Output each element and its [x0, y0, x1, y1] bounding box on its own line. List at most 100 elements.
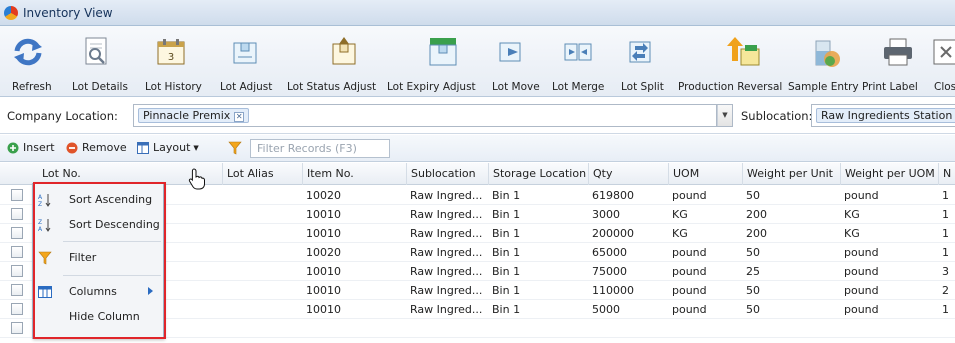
cell-weight-per-unit: 50	[746, 246, 760, 259]
cell-n: 1	[942, 208, 949, 221]
row-checkbox[interactable]	[11, 227, 23, 239]
menu-item-columns[interactable]: Columns	[33, 280, 163, 304]
cell-qty: 3000	[592, 208, 620, 221]
cell-storage-location: Bin 1	[492, 265, 521, 278]
svg-text:A: A	[38, 194, 43, 201]
menu-item-hide-column[interactable]: Hide Column	[33, 305, 163, 329]
cell-storage-location: Bin 1	[492, 227, 521, 240]
row-checkbox[interactable]	[11, 284, 23, 296]
window-titlebar: Inventory View	[0, 0, 955, 26]
row-checkbox[interactable]	[11, 322, 23, 334]
box-split-icon	[621, 34, 659, 70]
company-location-label: Company Location:	[7, 109, 118, 123]
cell-n: 1	[942, 189, 949, 202]
remove-button[interactable]: Remove	[66, 141, 127, 154]
company-location-tag[interactable]: Pinnacle Premix ✕	[138, 108, 250, 123]
column-header-storage-location[interactable]: Storage Location	[488, 163, 588, 185]
cell-item-no: 10020	[306, 246, 341, 259]
lot-details-button[interactable]: Lot Details	[66, 26, 128, 97]
cell-uom: pound	[672, 265, 707, 278]
insert-button[interactable]: Insert	[7, 141, 55, 154]
remove-label: Remove	[82, 141, 127, 154]
column-header-weight-per-uom[interactable]: Weight per UOM	[840, 163, 938, 185]
close-button[interactable]: Clos	[928, 26, 955, 97]
column-header-qty[interactable]: Qty	[588, 163, 668, 185]
cell-qty: 200000	[592, 227, 634, 240]
column-header-n[interactable]: N	[938, 163, 955, 185]
lot-move-button[interactable]: Lot Move	[486, 26, 540, 97]
lot-expiry-adjust-button[interactable]: Lot Expiry Adjust	[385, 26, 476, 97]
lot-expiry-adjust-label: Lot Expiry Adjust	[387, 81, 476, 93]
columns-icon	[38, 286, 52, 298]
remove-tag-icon[interactable]: ✕	[234, 112, 245, 122]
menu-item-sort-ascending[interactable]: AZ Sort Ascending	[33, 188, 163, 212]
lot-adjust-button[interactable]: Lot Adjust	[216, 26, 274, 97]
cell-item-no: 10010	[306, 227, 341, 240]
cell-weight-per-uom: pound	[844, 284, 879, 297]
sublocation-tag[interactable]: Raw Ingredients Station✕	[816, 108, 955, 123]
row-checkbox[interactable]	[11, 208, 23, 220]
grid-header: Lot No. Lot Alias Item No. Sublocation S…	[0, 163, 955, 185]
lot-split-button[interactable]: Lot Split	[614, 26, 666, 97]
column-header-lot-alias[interactable]: Lot Alias	[222, 163, 302, 185]
filter-funnel-button[interactable]	[228, 141, 246, 155]
cell-item-no: 10010	[306, 265, 341, 278]
lot-history-button[interactable]: 3 Lot History	[140, 26, 202, 97]
cell-sublocation: Raw Ingred...	[410, 284, 483, 297]
company-location-dropdown[interactable]: ▼	[717, 104, 733, 127]
printer-icon	[879, 34, 917, 70]
layout-button[interactable]: Layout ▼	[137, 141, 199, 154]
row-checkbox[interactable]	[11, 189, 23, 201]
calendar-icon: 3	[152, 34, 190, 70]
cell-storage-location: Bin 1	[492, 189, 521, 202]
lot-details-label: Lot Details	[72, 81, 128, 93]
close-label: Clos	[934, 81, 955, 93]
menu-label-sort-descending: Sort Descending	[69, 218, 160, 231]
menu-label-columns: Columns	[69, 285, 117, 298]
cell-weight-per-uom: KG	[844, 208, 860, 221]
layout-icon	[137, 141, 149, 154]
window-title: Inventory View	[23, 5, 113, 20]
sublocation-combo[interactable]: Raw Ingredients Station✕	[811, 104, 955, 127]
row-checkbox[interactable]	[11, 265, 23, 277]
column-context-menu: AZ Sort Ascending ZA Sort Descending Fil…	[32, 183, 164, 339]
cell-weight-per-uom: KG	[844, 227, 860, 240]
refresh-button[interactable]: Refresh	[2, 26, 54, 97]
menu-item-filter[interactable]: Filter	[33, 246, 163, 270]
column-header-uom[interactable]: UOM	[668, 163, 742, 185]
cell-n: 1	[942, 227, 949, 240]
company-location-combo[interactable]: Pinnacle Premix ✕	[133, 104, 717, 127]
production-reversal-button[interactable]: Production Reversal	[676, 26, 782, 97]
cell-qty: 75000	[592, 265, 627, 278]
app-logo-icon	[4, 5, 18, 20]
lot-status-adjust-label: Lot Status Adjust	[287, 81, 377, 93]
remove-icon	[66, 142, 78, 153]
sublocation-value: Raw Ingredients Station	[821, 109, 953, 122]
cell-storage-location: Bin 1	[492, 246, 521, 259]
row-checkbox[interactable]	[11, 303, 23, 315]
cell-uom: pound	[672, 246, 707, 259]
column-header-item-no[interactable]: Item No.	[302, 163, 406, 185]
filter-records-input[interactable]: Filter Records (F3)	[250, 139, 390, 158]
lot-move-label: Lot Move	[492, 81, 540, 93]
print-label-button[interactable]: Print Label	[858, 26, 924, 97]
column-header-weight-per-unit[interactable]: Weight per Unit	[742, 163, 840, 185]
column-header-sublocation[interactable]: Sublocation	[406, 163, 488, 185]
svg-text:A: A	[38, 226, 43, 232]
lot-merge-label: Lot Merge	[552, 81, 605, 93]
grid-toolbar: Insert Remove Layout ▼ Filter Records (F…	[0, 135, 955, 162]
sort-descending-icon: ZA	[38, 219, 51, 232]
location-bar: Company Location: Pinnacle Premix ✕ ▼ Sub…	[0, 98, 955, 134]
close-icon	[928, 34, 955, 70]
cell-sublocation: Raw Ingred...	[410, 265, 483, 278]
company-location-value: Pinnacle Premix	[143, 109, 231, 122]
box-adjust-icon	[226, 34, 264, 70]
row-checkbox[interactable]	[11, 246, 23, 258]
cell-sublocation: Raw Ingred...	[410, 227, 483, 240]
sample-entry-button[interactable]: Sample Entry	[786, 26, 859, 97]
lot-merge-button[interactable]: Lot Merge	[550, 26, 606, 97]
lot-status-adjust-button[interactable]: Lot Status Adjust	[285, 26, 377, 97]
submenu-arrow-icon	[148, 287, 153, 295]
menu-item-sort-descending[interactable]: ZA Sort Descending	[33, 213, 163, 237]
header-select-column[interactable]	[0, 163, 32, 185]
